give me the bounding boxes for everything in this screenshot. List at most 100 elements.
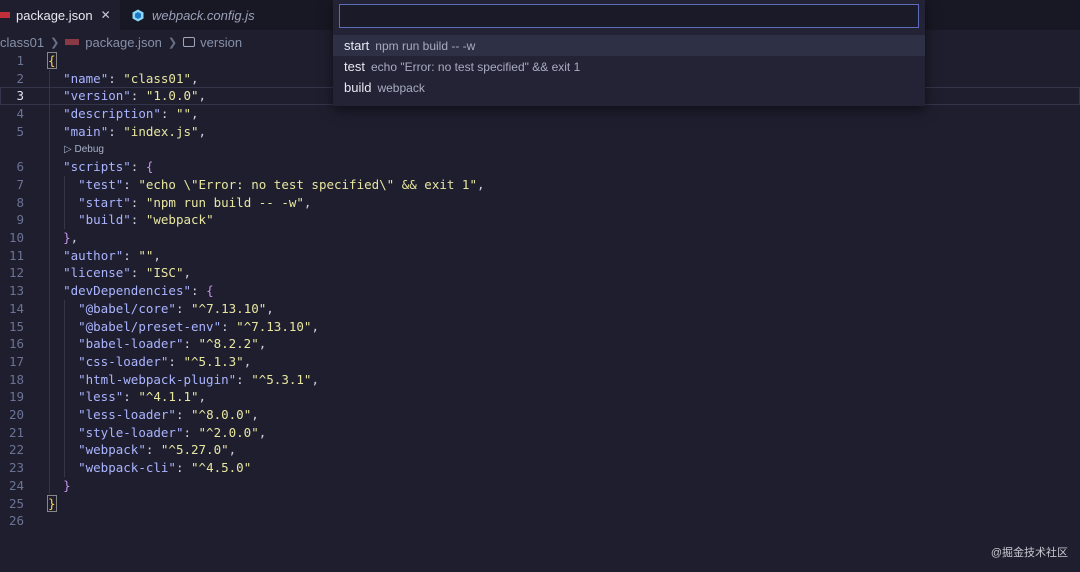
code-line[interactable]: 24 } — [0, 477, 1080, 495]
webpack-icon — [132, 9, 144, 21]
code-token: "ISC" — [145, 265, 184, 281]
code-token: : — [191, 283, 207, 299]
code-token: "" — [175, 106, 192, 122]
code-line[interactable]: 12 "license": "ISC", — [0, 264, 1080, 282]
code-line[interactable]: 8 "start": "npm run build -- -w", — [0, 194, 1080, 212]
code-text: "description": "", — [48, 105, 199, 123]
code-line[interactable]: 21 "style-loader": "^2.0.0", — [0, 424, 1080, 442]
code-line[interactable]: 11 "author": "", — [0, 247, 1080, 265]
line-number: 6 — [16, 159, 24, 175]
code-text: "start": "npm run build -- -w", — [48, 194, 311, 212]
code-token: : — [123, 176, 139, 192]
quick-pick-item-start[interactable]: start npm run build -- -w — [333, 35, 925, 56]
code-line[interactable]: 19 "less": "^4.1.1", — [0, 388, 1080, 406]
quick-pick: start npm run build -- -w test echo "Error… — [333, 0, 925, 106]
code-token: "scripts" — [63, 159, 131, 175]
code-line[interactable]: 15 "@babel/preset-env": "^7.13.10", — [0, 318, 1080, 336]
quick-pick-input[interactable] — [339, 4, 919, 28]
code-token: "build" — [78, 212, 131, 228]
line-number: 11 — [8, 247, 24, 263]
breadcrumb-symbol[interactable]: version — [200, 35, 242, 50]
code-token: : — [175, 300, 192, 316]
code-text: "devDependencies": { — [48, 282, 214, 300]
code-line[interactable]: 16 "babel-loader": "^8.2.2", — [0, 335, 1080, 353]
code-text: "author": "", — [48, 247, 161, 265]
code-text: "webpack-cli": "^4.5.0" — [48, 459, 251, 477]
code-token: , — [311, 318, 319, 334]
code-line[interactable]: 5 "main": "index.js", — [0, 123, 1080, 141]
code-text: "build": "webpack" — [48, 211, 214, 229]
code-token: "description" — [63, 106, 161, 122]
code-line[interactable]: 9 "build": "webpack" — [0, 211, 1080, 229]
code-line[interactable]: 10 }, — [0, 229, 1080, 247]
code-text: "scripts": { — [48, 158, 153, 176]
code-token: "^5.27.0" — [160, 442, 229, 458]
line-number: 10 — [8, 230, 24, 245]
code-line[interactable]: 20 "less-loader": "^8.0.0", — [0, 406, 1080, 424]
code-token: "^7.13.10" — [236, 318, 312, 334]
code-editor[interactable]: 1 {2 "name": "class01", 3 "version": "1.0.… — [0, 52, 1080, 552]
code-token: , — [153, 247, 161, 263]
code-text: "@babel/core": "^7.13.10", — [48, 300, 274, 318]
code-token: , — [70, 230, 79, 245]
code-token: "webpack" — [145, 212, 214, 228]
code-token: : — [108, 70, 124, 86]
quick-pick-item-build[interactable]: build webpack — [333, 77, 925, 98]
code-text: "test": "echo \"Error: no test specified… — [48, 176, 484, 194]
script-name: test — [344, 59, 365, 74]
code-line[interactable]: 23 "webpack-cli": "^4.5.0" — [0, 459, 1080, 477]
line-number: 7 — [16, 176, 24, 192]
code-token: : — [123, 389, 139, 405]
code-text: { — [47, 52, 57, 70]
code-token: "test" — [78, 176, 124, 192]
close-icon[interactable]: ✕ — [101, 8, 111, 22]
code-token: "echo \"Error: no test specified\" && ex… — [138, 176, 477, 192]
code-text: } — [48, 477, 71, 495]
npm-icon — [0, 12, 10, 18]
code-line[interactable]: 25} — [0, 494, 1080, 513]
code-token: "start" — [78, 194, 131, 210]
code-token: : — [175, 407, 192, 422]
line-number: 5 — [16, 123, 24, 139]
code-token: "css-loader" — [78, 353, 169, 369]
code-line[interactable]: 22 "webpack": "^5.27.0", — [0, 441, 1080, 459]
code-line[interactable]: 14 "@babel/core": "^7.13.10", — [0, 300, 1080, 318]
code-token: } — [47, 494, 57, 512]
codelens-debug[interactable]: ▷ Debug — [64, 141, 104, 159]
code-token: "@babel/core" — [78, 300, 176, 316]
code-line[interactable]: 7 "test": "echo \"Error: no test specifi… — [0, 176, 1080, 194]
code-line[interactable]: 18 "html-webpack-plugin": "^5.3.1", — [0, 371, 1080, 389]
code-line[interactable]: 6 "scripts": { — [0, 158, 1080, 176]
breadcrumb: class01 ❯ package.json ❯ version — [0, 32, 242, 52]
code-token: "^2.0.0" — [198, 424, 259, 440]
line-number: 21 — [8, 424, 24, 440]
code-token: : — [130, 159, 146, 175]
code-text: "name": "class01", — [48, 70, 198, 88]
code-line[interactable]: 4 "description": "", — [0, 105, 1080, 123]
code-token: , — [311, 371, 319, 387]
code-line[interactable]: 17 "css-loader": "^5.1.3", — [0, 353, 1080, 371]
code-token: { — [145, 159, 154, 175]
watermark: @掘金技术社区 — [990, 547, 1068, 559]
line-number: 4 — [16, 106, 24, 122]
tab-webpack-config[interactable]: webpack.config.js — [120, 0, 286, 30]
code-token: , — [198, 88, 207, 104]
code-line[interactable]: 26 — [0, 512, 1080, 530]
code-token: : — [183, 336, 199, 352]
code-line[interactable]: 13 "devDependencies": { — [0, 282, 1080, 300]
indent-guide — [64, 175, 65, 229]
breadcrumb-file[interactable]: package.json — [85, 35, 162, 50]
code-token: , — [198, 123, 207, 139]
npm-icon — [65, 39, 80, 45]
code-token: : — [236, 371, 252, 387]
code-token: , — [251, 407, 259, 422]
tab-package-json[interactable]: package.json ✕ — [0, 0, 120, 30]
quick-pick-item-test[interactable]: test echo "Error: no test specified" && e… — [333, 56, 925, 77]
breadcrumb-folder[interactable]: class01 — [0, 35, 44, 50]
code-token: , — [258, 336, 267, 352]
code-token: "index.js" — [123, 123, 199, 139]
code-token: "" — [138, 247, 154, 263]
code-token: "webpack-cli" — [78, 460, 176, 476]
